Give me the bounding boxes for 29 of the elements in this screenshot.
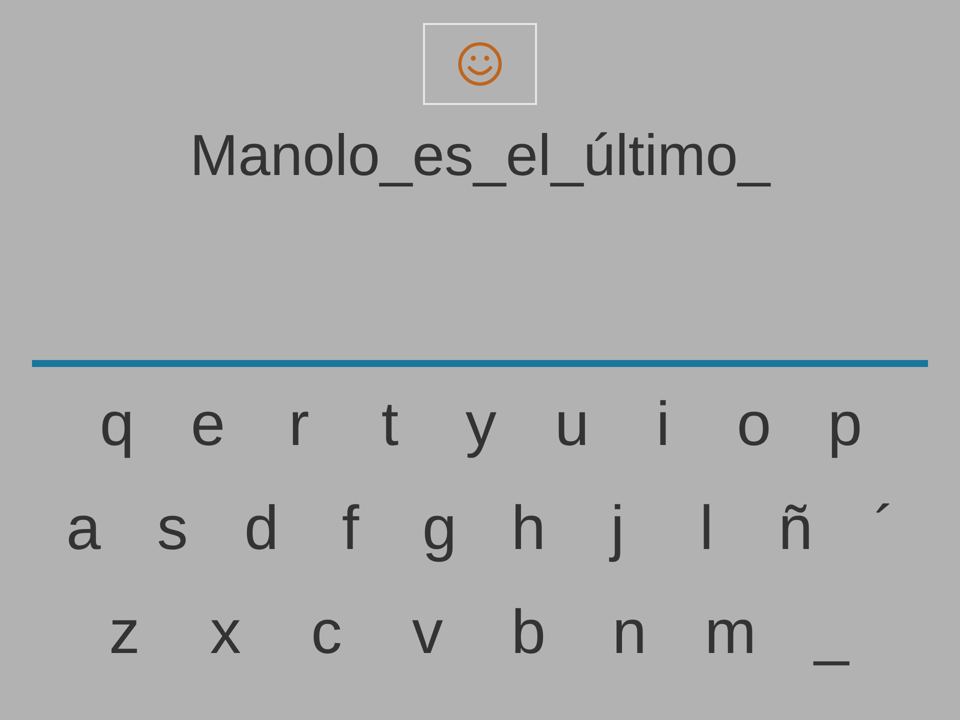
letter-key[interactable]: s [142,496,202,562]
letter-key[interactable]: m [700,600,760,666]
letter-key[interactable]: ñ [766,496,826,562]
letter-key[interactable]: r [269,392,329,458]
letter-key[interactable]: v [398,600,458,666]
letter-key[interactable]: l [676,496,736,562]
letter-key[interactable]: z [94,600,154,666]
letter-key[interactable]: n [600,600,660,666]
letter-key[interactable]: y [451,392,511,458]
letter-key[interactable]: o [724,392,784,458]
letter-key[interactable]: a [54,496,114,562]
letter-key[interactable]: p [815,392,875,458]
letter-key[interactable]: u [542,392,602,458]
letter-key[interactable]: h [498,496,558,562]
letter-key[interactable]: e [178,392,238,458]
letter-key[interactable]: _ [802,600,862,666]
letter-key[interactable]: d [232,496,292,562]
letter-key[interactable]: q [87,392,147,458]
letter-key[interactable]: g [410,496,470,562]
letter-key[interactable]: c [296,600,356,666]
letter-key[interactable]: ´ [854,496,914,562]
letter-key[interactable]: t [360,392,420,458]
smiley-icon [457,41,503,87]
letter-key[interactable]: i [633,392,693,458]
letter-key[interactable]: b [498,600,558,666]
letter-key[interactable]: x [196,600,256,666]
letter-key[interactable]: j [588,496,648,562]
sentence-text: Manolo_es_el_último_ [190,123,770,189]
letter-key[interactable]: f [320,496,380,562]
